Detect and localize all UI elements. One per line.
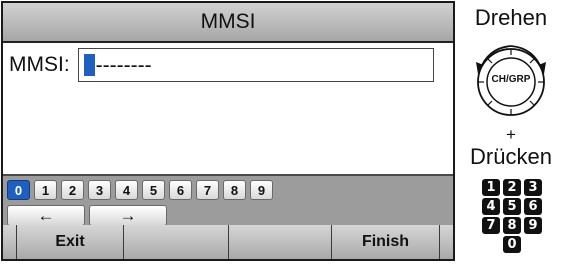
keypad-key-0[interactable]: 0 xyxy=(503,236,521,253)
digit-key-7[interactable]: 7 xyxy=(196,180,219,200)
cursor-key-row: ← → xyxy=(7,205,171,226)
keypad-key-1[interactable]: 1 xyxy=(482,179,500,196)
numeric-keypad-icon: 1 2 3 4 5 6 7 8 9 0 xyxy=(482,179,548,255)
press-instruction: Drücken xyxy=(470,144,552,169)
keypad-key-8[interactable]: 8 xyxy=(503,217,521,234)
ch-grp-knob[interactable]: CH/GRP xyxy=(468,40,554,120)
keypad-row: 4 5 6 xyxy=(482,198,548,215)
keypad-key-7[interactable]: 7 xyxy=(482,217,500,234)
plus-sign: + xyxy=(506,125,516,144)
title-bar: MMSI xyxy=(3,3,453,43)
softkey-bar: Exit Finish xyxy=(3,225,453,259)
cursor-left-button[interactable]: ← xyxy=(7,205,85,226)
text-cursor xyxy=(83,54,95,76)
device-screen: MMSI MMSI: -------- 0 1 2 3 4 5 6 7 8 9 … xyxy=(1,1,455,261)
mmsi-entry-row: MMSI: -------- xyxy=(9,48,434,82)
mmsi-input-field[interactable]: -------- xyxy=(77,48,434,82)
mmsi-input-value: -------- xyxy=(95,54,152,77)
keypad-key-9[interactable]: 9 xyxy=(524,217,542,234)
keypad-row: 0 xyxy=(482,236,548,253)
mmsi-label: MMSI: xyxy=(9,53,70,76)
screen-title: MMSI xyxy=(200,10,256,33)
digit-key-row: 0 1 2 3 4 5 6 7 8 9 xyxy=(7,180,277,200)
softkey-empty-2[interactable] xyxy=(229,225,332,259)
keypad-key-6[interactable]: 6 xyxy=(524,198,542,215)
digit-key-4[interactable]: 4 xyxy=(115,180,138,200)
exit-button[interactable]: Exit xyxy=(17,225,124,259)
softkey-spacer-left xyxy=(3,225,17,259)
cursor-right-button[interactable]: → xyxy=(89,205,167,226)
keypad-key-4[interactable]: 4 xyxy=(482,198,500,215)
digit-key-2[interactable]: 2 xyxy=(61,180,84,200)
keypad-key-2[interactable]: 2 xyxy=(503,179,521,196)
digit-key-9[interactable]: 9 xyxy=(250,180,273,200)
softkey-empty-1[interactable] xyxy=(124,225,229,259)
keypad-row: 1 2 3 xyxy=(482,179,548,196)
digit-keyboard: 0 1 2 3 4 5 6 7 8 9 ← → xyxy=(3,174,453,232)
rotate-instruction: Drehen xyxy=(474,5,548,30)
digit-key-1[interactable]: 1 xyxy=(34,180,57,200)
keypad-row: 7 8 9 xyxy=(482,217,548,234)
digit-key-3[interactable]: 3 xyxy=(88,180,111,200)
digit-key-8[interactable]: 8 xyxy=(223,180,246,200)
keypad-key-5[interactable]: 5 xyxy=(503,198,521,215)
softkey-spacer-right xyxy=(440,225,453,259)
knob-label: CH/GRP xyxy=(491,74,531,85)
digit-key-5[interactable]: 5 xyxy=(142,180,165,200)
digit-key-6[interactable]: 6 xyxy=(169,180,192,200)
operation-instructions: Drehen CH/GRP + Drücken 1 2 3 4 5 6 7 8 … xyxy=(458,0,564,264)
digit-key-0[interactable]: 0 xyxy=(7,180,30,200)
finish-button[interactable]: Finish xyxy=(332,225,440,259)
keypad-key-3[interactable]: 3 xyxy=(524,179,542,196)
